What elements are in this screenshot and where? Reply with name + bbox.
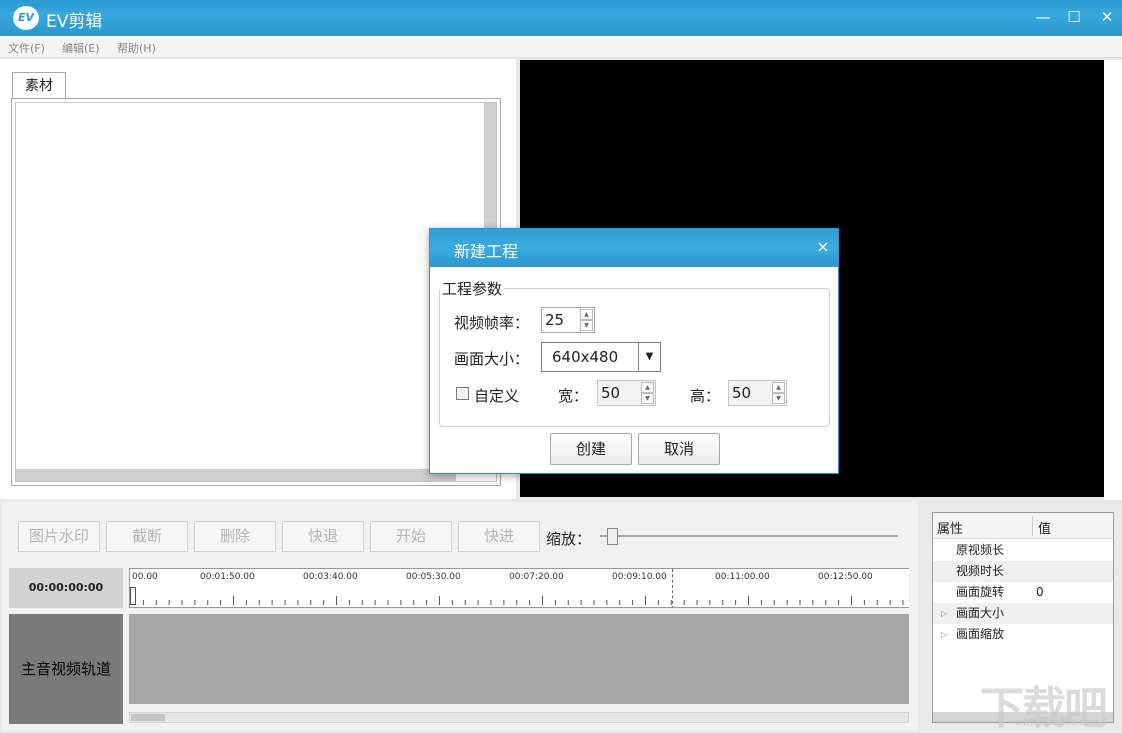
spin-down-icon[interactable]: ▼ (641, 393, 654, 404)
zoom-slider-thumb[interactable] (607, 528, 618, 545)
height-spinbox[interactable]: 50 ▲ ▼ (728, 380, 787, 406)
dialog-close-icon[interactable]: × (814, 238, 832, 256)
current-time-display: 00:00:00:00 (9, 568, 123, 608)
app-logo-icon: EV (13, 6, 39, 30)
spin-up-icon[interactable]: ▲ (580, 309, 593, 320)
timeline-scrollbar-thumb[interactable] (131, 714, 165, 721)
frame-size-value: 640x480 (552, 348, 619, 366)
close-button[interactable]: ✕ (1094, 5, 1120, 29)
spin-up-icon[interactable]: ▲ (772, 382, 785, 393)
menu-edit[interactable]: 编辑(E) (62, 40, 100, 56)
framerate-spinbox[interactable]: 25 ▲ ▼ (541, 307, 595, 333)
header-divider (1032, 516, 1033, 536)
menu-file[interactable]: 文件(F) (8, 40, 45, 56)
menu-bar: 文件(F) 编辑(E) 帮助(H) (0, 36, 1122, 58)
properties-header-name: 属性 (937, 522, 964, 537)
timeline-ruler[interactable]: 00.00 00:01:50.00 00:03:40.00 00:05:30.0… (129, 568, 909, 608)
app-title: EV剪辑 (46, 12, 103, 32)
fast-forward-button[interactable]: 快进 (458, 521, 540, 552)
spin-down-icon[interactable]: ▼ (772, 393, 785, 404)
tab-material[interactable]: 素材 (12, 72, 66, 98)
height-label: 高： (690, 387, 721, 405)
framerate-value: 25 (545, 311, 565, 329)
cut-button[interactable]: 截断 (106, 521, 188, 552)
cancel-button[interactable]: 取消 (638, 433, 720, 465)
image-watermark-button[interactable]: 图片水印 (18, 521, 100, 552)
material-horizontal-scrollbar[interactable] (16, 469, 456, 481)
delete-button[interactable]: 删除 (194, 521, 276, 552)
property-name: 画面缩放 (956, 627, 1005, 641)
dialog-title-bar[interactable]: 新建工程 × (430, 229, 838, 267)
property-name: 视频时长 (956, 564, 1005, 578)
dropdown-arrow-icon[interactable]: ▼ (638, 343, 660, 371)
property-row[interactable]: ▷ 画面缩放 (933, 624, 1113, 645)
property-value: 0 (1036, 585, 1044, 599)
start-button[interactable]: 开始 (370, 521, 452, 552)
property-name: 画面大小 (956, 606, 1005, 620)
dialog-title: 新建工程 (454, 242, 519, 261)
spin-up-icon[interactable]: ▲ (641, 382, 654, 393)
frame-size-label: 画面大小： (454, 350, 530, 368)
width-spinbox[interactable]: 50 ▲ ▼ (597, 380, 656, 406)
title-bar: EV EV剪辑 — ☐ ✕ (0, 0, 1122, 36)
project-params-title: 工程参数 (440, 278, 505, 299)
material-list[interactable] (15, 102, 497, 482)
expand-arrow-icon[interactable]: ▷ (941, 603, 947, 624)
rewind-button[interactable]: 快退 (282, 521, 364, 552)
framerate-label: 视频帧率： (454, 314, 530, 332)
main-av-track[interactable] (129, 614, 909, 704)
watermark-url: www.xiazaiba.com (1015, 718, 1099, 728)
zoom-slider-track[interactable] (600, 535, 898, 537)
main-av-track-label: 主音视频轨道 (9, 614, 123, 724)
zoom-label: 缩放： (546, 530, 592, 548)
property-name: 画面旋转 (956, 585, 1005, 599)
maximize-button[interactable]: ☐ (1061, 5, 1087, 29)
timeline-scrollbar[interactable] (129, 712, 909, 723)
minimize-button[interactable]: — (1030, 5, 1056, 29)
custom-size-checkbox[interactable] (456, 387, 469, 400)
right-edge-panel (1104, 60, 1122, 500)
property-name: 原视频长 (956, 543, 1005, 557)
property-row[interactable]: ▷ 画面大小 (933, 603, 1113, 624)
expand-arrow-icon[interactable]: ▷ (941, 624, 947, 645)
custom-size-label: 自定义 (474, 387, 520, 405)
properties-header: 属性 值 (933, 513, 1113, 539)
ruler-ticks (130, 596, 904, 605)
width-value: 50 (601, 384, 621, 402)
playhead-marker[interactable] (130, 587, 136, 605)
cursor-line (672, 569, 673, 607)
create-button[interactable]: 创建 (550, 433, 632, 465)
width-label: 宽： (558, 387, 589, 405)
height-value: 50 (732, 384, 752, 402)
property-row[interactable]: 画面旋转 0 (933, 582, 1113, 603)
property-row[interactable]: 原视频长 (933, 540, 1113, 561)
material-list-frame (11, 98, 501, 486)
frame-size-select[interactable]: 640x480 ▼ (541, 342, 661, 372)
new-project-dialog: 新建工程 × 工程参数 视频帧率： 25 ▲ ▼ 画面大小： 640x480 ▼… (429, 228, 839, 474)
property-row[interactable]: 视频时长 (933, 561, 1113, 582)
properties-header-value: 值 (1038, 522, 1052, 537)
spin-down-icon[interactable]: ▼ (580, 320, 593, 331)
menu-help[interactable]: 帮助(H) (117, 40, 156, 56)
